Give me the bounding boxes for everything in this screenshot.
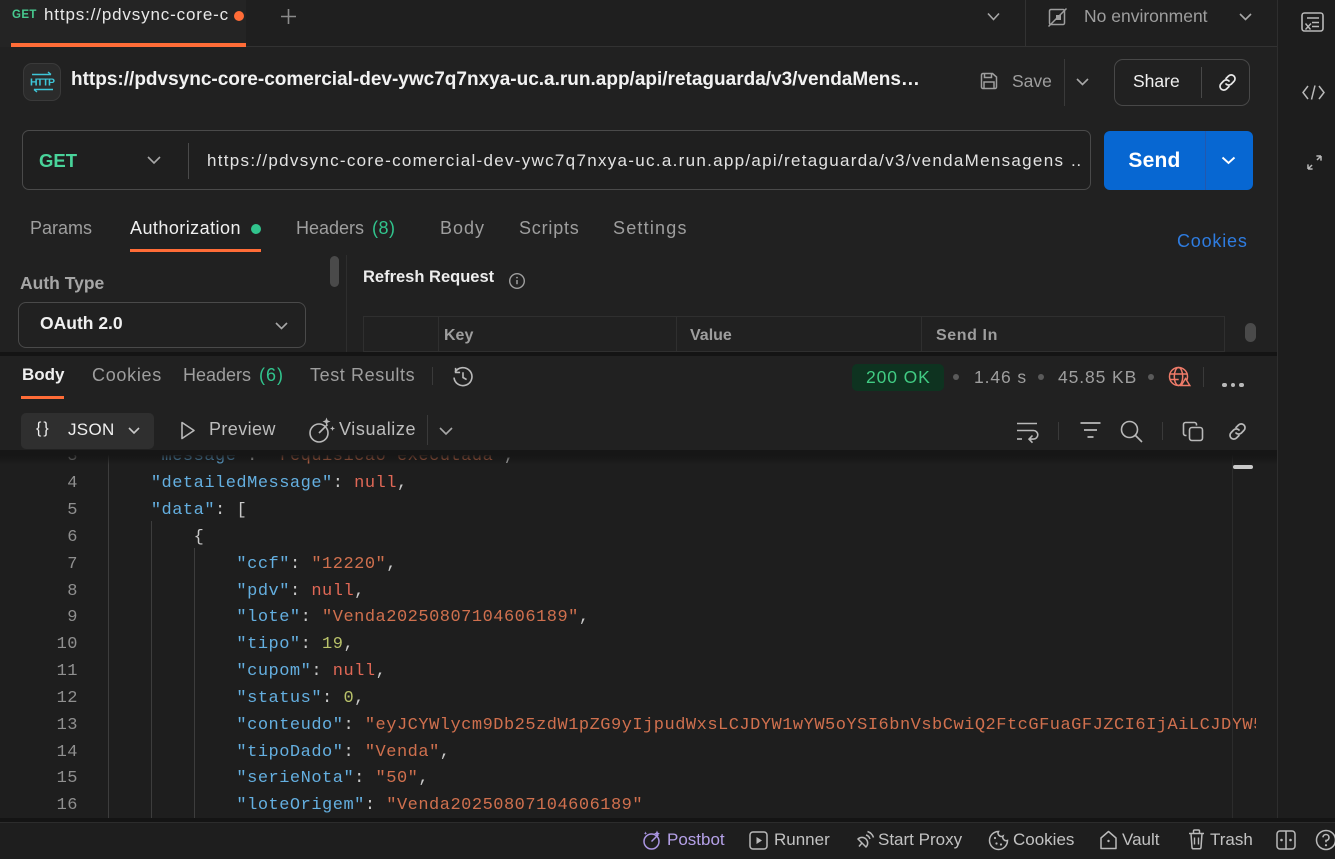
svg-text:HTTP: HTTP [30,77,55,89]
